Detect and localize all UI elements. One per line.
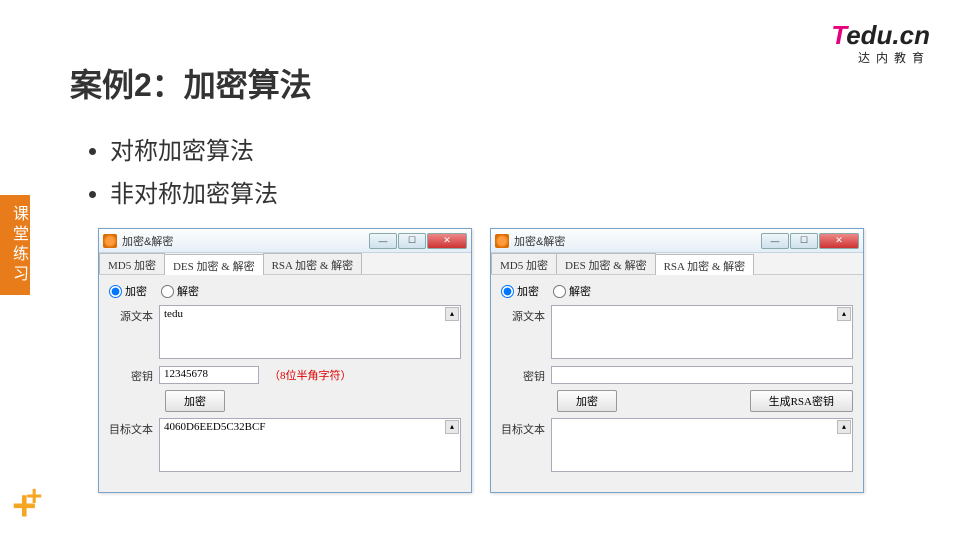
- maximize-button[interactable]: ☐: [398, 233, 426, 249]
- radio-encrypt[interactable]: 加密: [501, 283, 539, 299]
- close-button[interactable]: ✕: [819, 233, 859, 249]
- target-textarea[interactable]: 4060D6EED5C32BCF ▴: [159, 418, 461, 472]
- window-title: 加密&解密: [514, 233, 761, 249]
- tab-bar: MD5 加密 DES 加密 & 解密 RSA 加密 & 解密: [99, 253, 471, 275]
- app-icon: [495, 234, 509, 248]
- logo-t: T: [831, 20, 846, 50]
- minimize-button[interactable]: —: [761, 233, 789, 249]
- brand-logo: Tedu.cn 达内教育: [831, 20, 930, 66]
- source-label: 源文本: [501, 305, 551, 324]
- key-hint: （8位半角字符）: [269, 367, 352, 383]
- bullet-list: 对称加密算法 非对称加密算法: [90, 130, 278, 216]
- key-label: 密钥: [501, 365, 551, 384]
- close-button[interactable]: ✕: [427, 233, 467, 249]
- target-textarea[interactable]: ▴: [551, 418, 853, 472]
- window-title: 加密&解密: [122, 233, 369, 249]
- target-label: 目标文本: [109, 418, 159, 437]
- encrypt-button[interactable]: 加密: [165, 390, 225, 412]
- tab-rsa[interactable]: RSA 加密 & 解密: [655, 254, 755, 275]
- tab-md5[interactable]: MD5 加密: [491, 253, 557, 274]
- tab-md5[interactable]: MD5 加密: [99, 253, 165, 274]
- key-input[interactable]: 12345678: [159, 366, 259, 384]
- crypto-window-rsa: 加密&解密 — ☐ ✕ MD5 加密 DES 加密 & 解密 RSA 加密 & …: [490, 228, 864, 493]
- logo-subtitle: 达内教育: [831, 49, 930, 66]
- scroll-up-icon[interactable]: ▴: [445, 420, 459, 434]
- generate-rsa-key-button[interactable]: 生成RSA密钥: [750, 390, 853, 412]
- titlebar[interactable]: 加密&解密 — ☐ ✕: [491, 229, 863, 253]
- page-title: 案例2：加密算法: [70, 60, 312, 106]
- source-textarea[interactable]: ▴: [551, 305, 853, 359]
- radio-encrypt[interactable]: 加密: [109, 283, 147, 299]
- app-icon: [103, 234, 117, 248]
- sidebar-tag: 课堂练习: [0, 195, 30, 295]
- scroll-up-icon[interactable]: ▴: [837, 420, 851, 434]
- scroll-up-icon[interactable]: ▴: [837, 307, 851, 321]
- scroll-up-icon[interactable]: ▴: [445, 307, 459, 321]
- key-label: 密钥: [109, 365, 159, 384]
- radio-decrypt[interactable]: 解密: [553, 283, 591, 299]
- tab-des[interactable]: DES 加密 & 解密: [164, 254, 264, 275]
- crypto-window-des: 加密&解密 — ☐ ✕ MD5 加密 DES 加密 & 解密 RSA 加密 & …: [98, 228, 472, 493]
- titlebar[interactable]: 加密&解密 — ☐ ✕: [99, 229, 471, 253]
- bullet-item: 非对称加密算法: [110, 173, 278, 216]
- bullet-item: 对称加密算法: [110, 130, 278, 173]
- logo-rest: edu.cn: [846, 20, 930, 50]
- tab-bar: MD5 加密 DES 加密 & 解密 RSA 加密 & 解密: [491, 253, 863, 275]
- target-label: 目标文本: [501, 418, 551, 437]
- source-label: 源文本: [109, 305, 159, 324]
- tab-rsa[interactable]: RSA 加密 & 解密: [263, 253, 363, 274]
- key-input[interactable]: [551, 366, 853, 384]
- encrypt-button[interactable]: 加密: [557, 390, 617, 412]
- maximize-button[interactable]: ☐: [790, 233, 818, 249]
- tab-des[interactable]: DES 加密 & 解密: [556, 253, 656, 274]
- radio-decrypt[interactable]: 解密: [161, 283, 199, 299]
- minimize-button[interactable]: —: [369, 233, 397, 249]
- plus-icon: +: [12, 482, 37, 530]
- source-textarea[interactable]: tedu ▴: [159, 305, 461, 359]
